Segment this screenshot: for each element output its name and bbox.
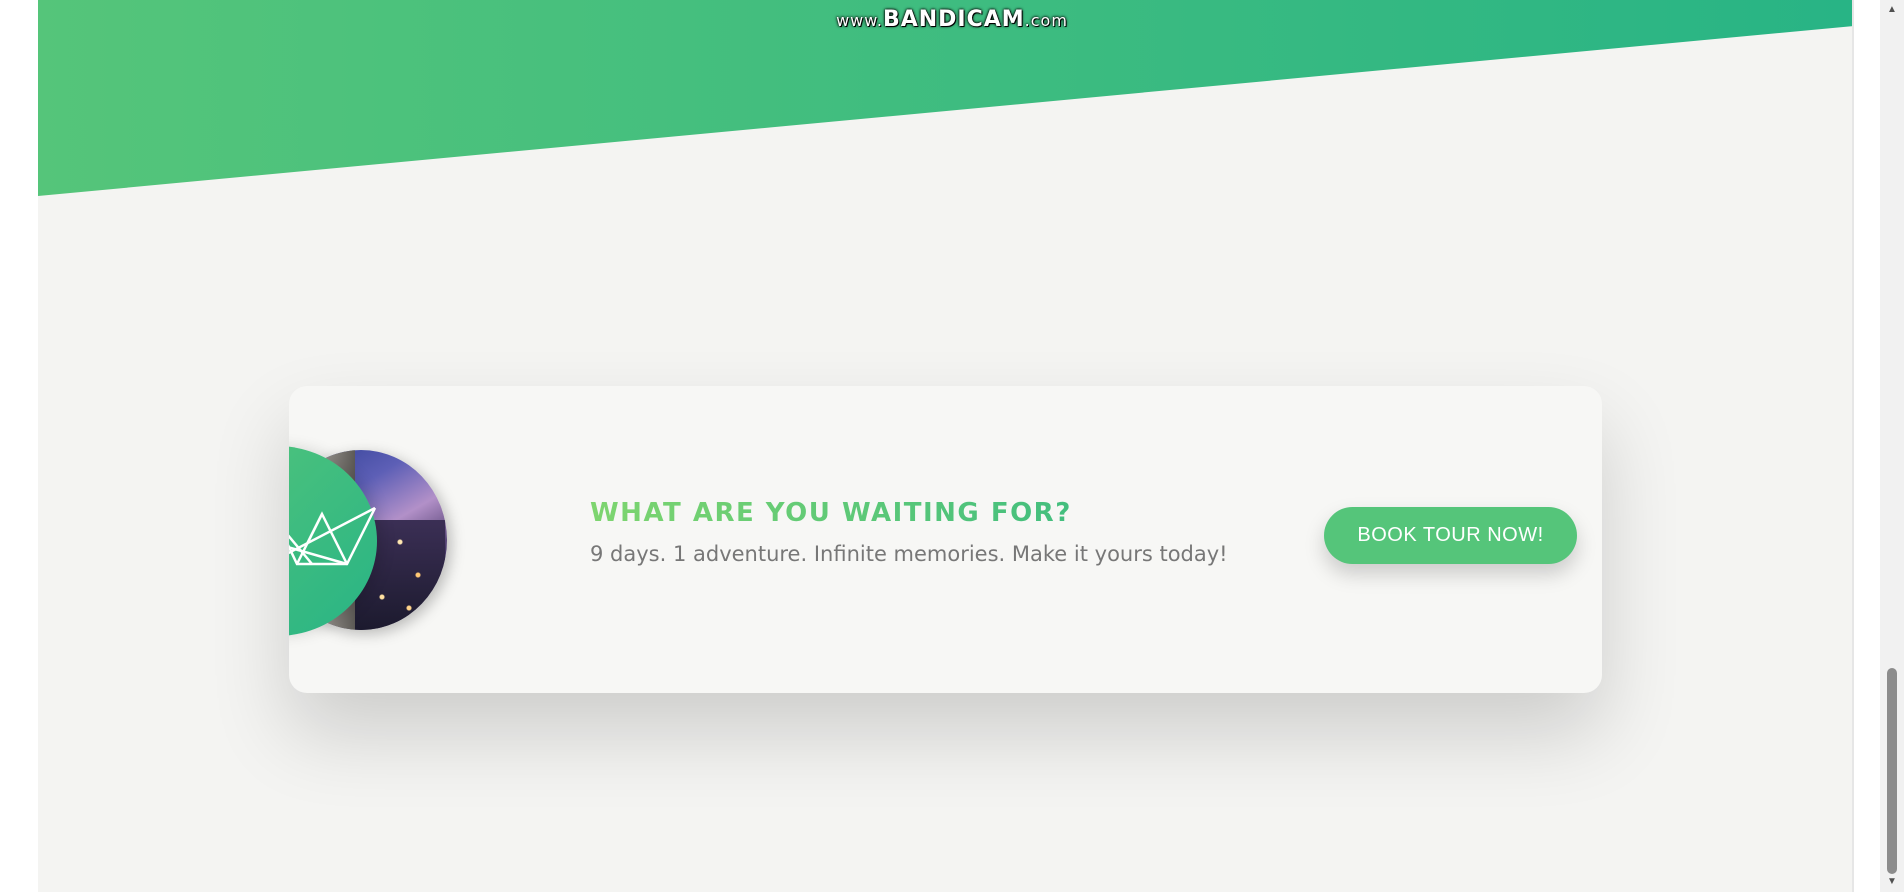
chevron-down-icon[interactable]: ▼ xyxy=(1886,876,1898,888)
page: www.BANDICAM.com WHAT ARE YOU WAITING FO… xyxy=(0,0,1904,892)
crown-icon xyxy=(289,506,377,566)
book-tour-card: WHAT ARE YOU WAITING FOR? 9 days. 1 adve… xyxy=(289,386,1602,693)
book-tour-button[interactable]: BOOK TOUR NOW! xyxy=(1324,507,1577,564)
cta-title: WHAT ARE YOU WAITING FOR? xyxy=(590,498,1290,528)
page-edge-divider xyxy=(1852,0,1854,892)
green-section-band xyxy=(38,0,1854,196)
cta-subtitle: 9 days. 1 adventure. Infinite memories. … xyxy=(590,542,1228,566)
chevron-up-icon[interactable]: ▲ xyxy=(1886,4,1898,16)
vertical-scrollbar[interactable]: ▲ ▼ xyxy=(1880,0,1904,892)
browser-viewport: WHAT ARE YOU WAITING FOR? 9 days. 1 adve… xyxy=(38,0,1854,892)
scrollbar-thumb[interactable] xyxy=(1887,668,1897,874)
cta-text-block: WHAT ARE YOU WAITING FOR? 9 days. 1 adve… xyxy=(590,498,1290,566)
